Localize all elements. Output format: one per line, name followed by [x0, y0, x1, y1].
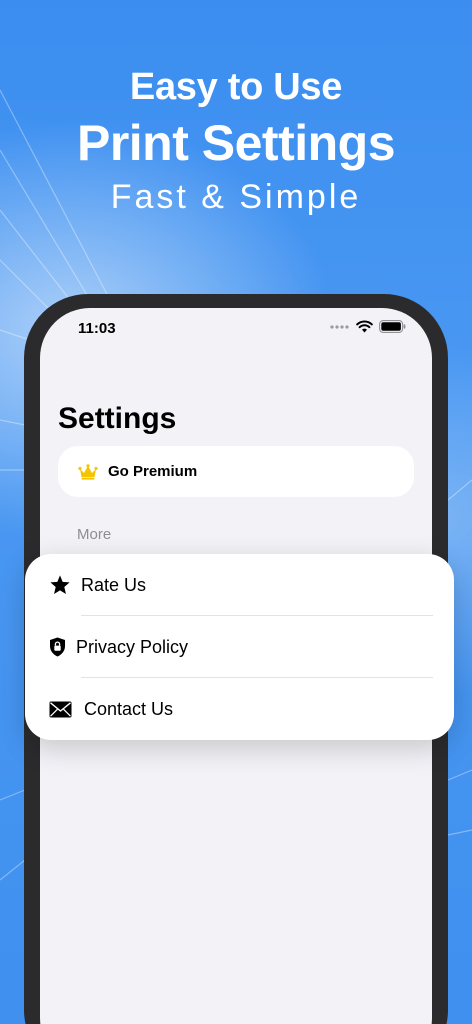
go-premium-button[interactable]: Go Premium [58, 446, 414, 497]
envelope-icon [49, 701, 72, 718]
go-premium-label: Go Premium [108, 463, 198, 480]
status-icons [330, 320, 406, 333]
page-title: Settings [58, 402, 177, 435]
crown-icon [78, 463, 98, 480]
star-icon [49, 574, 71, 596]
rate-us-row[interactable]: Rate Us [25, 554, 454, 616]
battery-icon [379, 320, 406, 333]
promo-title: Print Settings [76, 115, 396, 171]
contact-us-row[interactable]: Contact Us [25, 678, 454, 740]
more-menu-card: Rate Us Privacy Policy Contact Us [25, 554, 454, 740]
privacy-policy-label: Privacy Policy [76, 636, 189, 657]
privacy-policy-row[interactable]: Privacy Policy [25, 616, 454, 678]
shield-lock-icon [49, 637, 66, 657]
rate-us-label: Rate Us [81, 574, 147, 595]
status-time: 11:03 [78, 320, 116, 337]
wifi-icon [356, 320, 373, 333]
promo-subtitle: Fast & Simple [110, 178, 362, 216]
contact-us-label: Contact Us [84, 698, 174, 719]
section-header-more: More [77, 526, 112, 543]
promo-headline: Easy to Use [129, 66, 343, 108]
signal-icon [330, 324, 349, 329]
